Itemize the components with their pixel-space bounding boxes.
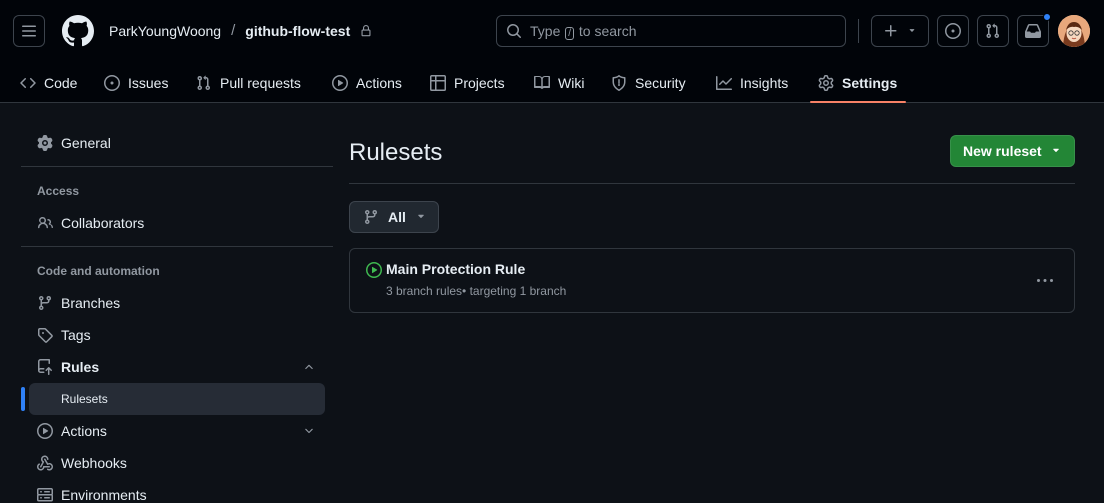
breadcrumb-separator: / bbox=[231, 22, 236, 39]
sidebar-item-tags[interactable]: Tags bbox=[29, 319, 325, 351]
sidebar-section-access: Access bbox=[37, 184, 80, 198]
repo-push-icon bbox=[38, 359, 52, 375]
tab-pull-requests[interactable]: Pull requests bbox=[188, 63, 309, 103]
shield-icon bbox=[612, 75, 626, 91]
page-title: Rulesets bbox=[349, 139, 443, 166]
sidebar-item-rulesets[interactable]: Rulesets bbox=[29, 383, 325, 415]
settings-sidebar: General Access Collaborators Code and au… bbox=[21, 103, 333, 503]
sidebar-divider bbox=[21, 166, 333, 167]
ruleset-card[interactable]: Main Protection Rule 3 branch rules• tar… bbox=[349, 248, 1075, 313]
repo-tabs: Code Issues Pull requests Actions Projec… bbox=[0, 63, 1104, 103]
search-placeholder: Type / to search bbox=[530, 22, 637, 40]
git-pull-request-icon bbox=[986, 23, 999, 39]
play-icon bbox=[366, 262, 382, 278]
gear-icon bbox=[37, 135, 53, 151]
issue-opened-icon bbox=[104, 75, 120, 91]
tab-wiki[interactable]: Wiki bbox=[526, 63, 592, 103]
gear-icon bbox=[818, 75, 834, 91]
tag-icon bbox=[38, 328, 53, 343]
webhook-icon bbox=[37, 455, 53, 471]
git-branch-icon bbox=[39, 295, 51, 311]
target-filter-dropdown[interactable]: All bbox=[349, 201, 439, 233]
tab-code[interactable]: Code bbox=[12, 63, 85, 103]
chevron-down-icon[interactable] bbox=[303, 425, 315, 437]
tab-security[interactable]: Security bbox=[603, 63, 694, 103]
global-header: ParkYoungWoong / github-flow-test Type /… bbox=[0, 0, 1104, 103]
tab-issues[interactable]: Issues bbox=[96, 63, 176, 103]
people-icon bbox=[37, 217, 53, 229]
issue-opened-icon bbox=[945, 23, 961, 39]
lock-icon bbox=[361, 25, 371, 37]
create-new-button[interactable] bbox=[871, 15, 929, 47]
sidebar-item-actions[interactable]: Actions bbox=[29, 415, 325, 447]
table-icon bbox=[430, 75, 446, 91]
menu-button[interactable] bbox=[13, 15, 45, 47]
title-divider bbox=[349, 183, 1075, 184]
triangle-down-icon bbox=[1052, 148, 1059, 153]
rulesets-page: Rulesets New ruleset All Main Protection… bbox=[349, 103, 1075, 503]
header-divider bbox=[858, 19, 859, 43]
new-ruleset-button[interactable]: New ruleset bbox=[950, 135, 1075, 167]
play-icon bbox=[332, 75, 348, 91]
ruleset-name-link[interactable]: Main Protection Rule bbox=[386, 261, 525, 277]
pull-requests-button[interactable] bbox=[977, 15, 1009, 47]
search-icon bbox=[507, 24, 521, 38]
book-icon bbox=[534, 76, 550, 89]
inbox-button[interactable] bbox=[1017, 13, 1051, 47]
tab-projects[interactable]: Projects bbox=[422, 63, 513, 103]
triangle-down-icon bbox=[909, 29, 915, 32]
tab-settings[interactable]: Settings bbox=[810, 63, 906, 103]
issues-button[interactable] bbox=[937, 15, 969, 47]
avatar-image bbox=[1058, 15, 1090, 47]
breadcrumb: ParkYoungWoong / github-flow-test bbox=[109, 20, 372, 42]
sidebar-item-general[interactable]: General bbox=[29, 127, 325, 159]
repo-link[interactable]: github-flow-test bbox=[245, 20, 350, 42]
tab-insights[interactable]: Insights bbox=[708, 63, 796, 103]
active-indicator bbox=[21, 387, 25, 411]
sidebar-item-environments[interactable]: Environments bbox=[29, 479, 325, 503]
sidebar-item-collaborators[interactable]: Collaborators bbox=[29, 207, 325, 239]
notification-dot bbox=[1043, 13, 1051, 21]
chevron-up-icon[interactable] bbox=[303, 361, 315, 373]
tab-actions[interactable]: Actions bbox=[324, 63, 410, 103]
sidebar-item-webhooks[interactable]: Webhooks bbox=[29, 447, 325, 479]
ruleset-meta: 3 branch rules• targeting 1 branch bbox=[386, 284, 567, 298]
play-icon bbox=[37, 423, 53, 439]
git-branch-icon bbox=[365, 209, 377, 225]
owner-link[interactable]: ParkYoungWoong bbox=[109, 20, 221, 42]
git-pull-request-icon bbox=[197, 75, 210, 91]
kebab-horizontal-icon[interactable] bbox=[1036, 273, 1054, 289]
sidebar-item-rules[interactable]: Rules bbox=[29, 351, 325, 383]
code-icon bbox=[20, 77, 36, 89]
search-shortcut-key: / bbox=[565, 26, 575, 40]
sidebar-section-code-automation: Code and automation bbox=[37, 264, 160, 278]
user-avatar[interactable] bbox=[1058, 15, 1090, 47]
search-input[interactable]: Type / to search bbox=[496, 15, 846, 47]
github-logo-icon[interactable] bbox=[62, 15, 94, 47]
server-icon bbox=[37, 488, 53, 502]
graph-icon bbox=[716, 76, 732, 90]
hamburger-icon bbox=[22, 25, 36, 37]
sidebar-item-branches[interactable]: Branches bbox=[29, 287, 325, 319]
inbox-icon bbox=[1025, 24, 1041, 38]
plus-icon bbox=[885, 25, 897, 37]
triangle-down-icon bbox=[418, 214, 424, 219]
sidebar-divider bbox=[21, 246, 333, 247]
